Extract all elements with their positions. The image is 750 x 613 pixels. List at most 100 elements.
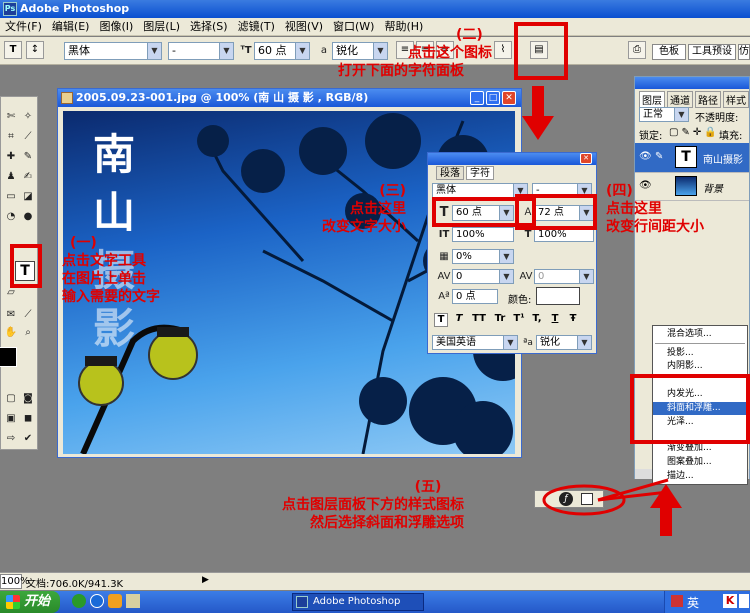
eye-icon[interactable]: 👁 bbox=[639, 151, 652, 162]
menu-filter[interactable]: 滤镜(T) bbox=[233, 18, 280, 35]
windows-logo-icon bbox=[6, 595, 20, 609]
taskbar-photoshop-button[interactable]: Adobe Photoshop bbox=[292, 593, 424, 611]
fullscreen-icon[interactable]: ◼ bbox=[20, 411, 36, 427]
strikethrough-button[interactable]: Ŧ bbox=[566, 313, 580, 327]
character-panel-titlebar bbox=[428, 153, 596, 165]
tracking-select[interactable]: 0 ▼ bbox=[452, 269, 514, 284]
minimize-icon[interactable]: _ bbox=[470, 91, 484, 105]
close-icon[interactable]: ✕ bbox=[580, 153, 592, 164]
chevron-down-icon: ▼ bbox=[579, 270, 593, 283]
zoom-input[interactable]: 100% bbox=[0, 574, 30, 589]
tab-styles[interactable]: 样式 bbox=[723, 91, 749, 108]
vertical-scale-input[interactable]: 100% bbox=[452, 227, 514, 242]
history-brush-icon[interactable]: ✍ bbox=[20, 169, 36, 185]
hand-icon[interactable]: ✋ bbox=[3, 325, 19, 341]
type-tool-preset-icon[interactable]: T bbox=[4, 41, 22, 59]
dodge-icon[interactable]: ● bbox=[20, 209, 36, 225]
notes-icon[interactable]: ✉ bbox=[3, 307, 19, 323]
standard-mode-icon[interactable]: ▢ bbox=[3, 391, 19, 407]
quickmask-icon[interactable]: ◙ bbox=[20, 391, 36, 407]
check-icon[interactable]: ✔ bbox=[20, 431, 36, 447]
bucket-icon[interactable]: ◪ bbox=[20, 189, 36, 205]
menu-layer[interactable]: 图层(L) bbox=[138, 18, 185, 35]
font-family-value: 黑体 bbox=[68, 44, 90, 57]
ie-icon[interactable] bbox=[90, 594, 104, 608]
menu-select[interactable]: 选择(S) bbox=[185, 18, 233, 35]
brush-icon[interactable]: ✎ bbox=[20, 149, 36, 165]
menu-image[interactable]: 图像(I) bbox=[94, 18, 138, 35]
font-size-select[interactable]: 60 点 ▼ bbox=[254, 42, 310, 60]
chevron-down-icon: ▼ bbox=[295, 43, 309, 59]
menu-item-drop-shadow[interactable]: 投影... bbox=[653, 347, 747, 360]
baseline-value: 0 点 bbox=[456, 291, 476, 302]
screen-mode-icon[interactable]: ▣ bbox=[3, 411, 19, 427]
faux-italic-button[interactable]: T bbox=[452, 313, 466, 327]
warp-text-icon[interactable]: ⌇ bbox=[494, 41, 512, 59]
menu-window[interactable]: 窗口(W) bbox=[328, 18, 379, 35]
antialias-select[interactable]: 锐化 ▼ bbox=[332, 42, 388, 60]
jump-icon[interactable]: ⇨ bbox=[3, 431, 19, 447]
blend-mode-value: 正常 bbox=[643, 109, 663, 120]
all-caps-button[interactable]: TT bbox=[470, 313, 488, 327]
quicklaunch-icon[interactable] bbox=[72, 594, 86, 608]
language-select[interactable]: 美国英语 ▼ bbox=[432, 335, 518, 350]
wand-icon[interactable]: ✧ bbox=[20, 109, 36, 125]
desktop-icon[interactable] bbox=[126, 594, 140, 608]
eyedropper-icon[interactable]: ⟋ bbox=[20, 307, 36, 323]
baseline-input[interactable]: 0 点 bbox=[452, 289, 498, 304]
ime-language[interactable]: 英 bbox=[687, 594, 699, 611]
font-style-select[interactable]: - ▼ bbox=[168, 42, 234, 60]
lasso-icon[interactable]: ✄ bbox=[3, 109, 19, 125]
media-icon[interactable] bbox=[108, 594, 122, 608]
eraser-icon[interactable]: ▭ bbox=[3, 189, 19, 205]
menu-item-pattern-overlay[interactable]: 图案叠加... bbox=[653, 456, 747, 469]
blur-icon[interactable]: ◔ bbox=[3, 209, 19, 225]
kerning-select[interactable]: 0 ▼ bbox=[534, 269, 594, 284]
tab-character[interactable]: 字符 bbox=[466, 166, 494, 180]
tray-k-icon[interactable]: K bbox=[723, 594, 737, 608]
chevron-down-icon: ▼ bbox=[147, 43, 161, 59]
tray-app-icon[interactable] bbox=[739, 594, 749, 608]
tab-clone-source[interactable]: 仿 bbox=[738, 44, 750, 60]
close-icon[interactable]: ✕ bbox=[502, 91, 516, 105]
tab-paragraph[interactable]: 段落 bbox=[436, 166, 464, 180]
lock-icons[interactable]: ▢✎✛🔒 bbox=[669, 127, 720, 138]
faux-bold-button[interactable]: T bbox=[434, 313, 448, 327]
tsume-select[interactable]: 0% ▼ bbox=[452, 249, 514, 264]
superscript-button[interactable]: T¹ bbox=[512, 313, 526, 327]
menu-view[interactable]: 视图(V) bbox=[280, 18, 328, 35]
start-button[interactable]: 开始 bbox=[0, 591, 60, 613]
foreground-color-swatch[interactable] bbox=[0, 347, 17, 367]
status-menu-arrow-icon[interactable]: ▶ bbox=[202, 575, 209, 585]
ime-icon[interactable] bbox=[671, 595, 683, 607]
underline-button[interactable]: T bbox=[548, 313, 562, 327]
slice-icon[interactable]: ⟋ bbox=[20, 129, 36, 145]
menu-item-inner-shadow[interactable]: 内阴影... bbox=[653, 360, 747, 373]
menu-item-blending[interactable]: 混合选项... bbox=[653, 328, 747, 341]
layer-row[interactable]: 👁 ✎ T 南山摄影 bbox=[635, 143, 749, 173]
subscript-button[interactable]: T, bbox=[530, 313, 544, 327]
panel-font-select[interactable]: 黑体 ▼ bbox=[432, 183, 528, 198]
character-panel[interactable]: ✕ 段落 字符 黑体 ▼ - ▼ T 60 点 ▼ Ａ 72 点 ▼ IT 100% T… bbox=[427, 152, 597, 354]
taskbar-task-label: Adobe Photoshop bbox=[313, 596, 401, 607]
menu-file[interactable]: 文件(F) bbox=[0, 18, 47, 35]
zoom-icon[interactable]: ⌕ bbox=[20, 325, 36, 341]
crop-icon[interactable]: ⌗ bbox=[3, 129, 19, 145]
text-color-swatch[interactable] bbox=[536, 287, 580, 305]
print-icon[interactable]: ⎙ bbox=[628, 41, 646, 59]
tab-channels[interactable]: 通道 bbox=[667, 91, 693, 108]
blend-mode-select[interactable]: 正常 ▼ bbox=[639, 107, 689, 122]
panel-antialias-select[interactable]: 锐化 ▼ bbox=[536, 335, 592, 350]
maximize-icon[interactable]: □ bbox=[486, 91, 500, 105]
menu-edit[interactable]: 编辑(E) bbox=[47, 18, 95, 35]
tab-layers[interactable]: 图层 bbox=[639, 91, 665, 108]
tab-tool-presets[interactable]: 工具预设 bbox=[688, 44, 736, 60]
heal-icon[interactable]: ✚ bbox=[3, 149, 19, 165]
tab-swatches[interactable]: 色板 bbox=[652, 44, 686, 60]
system-tray: 英 K bbox=[664, 591, 750, 613]
orientation-toggle-icon[interactable]: ↕ bbox=[26, 41, 44, 59]
stamp-icon[interactable]: ♟ bbox=[3, 169, 19, 185]
tab-paths[interactable]: 路径 bbox=[695, 91, 721, 108]
font-family-select[interactable]: 黑体 ▼ bbox=[64, 42, 162, 60]
small-caps-button[interactable]: Tr bbox=[492, 313, 508, 327]
